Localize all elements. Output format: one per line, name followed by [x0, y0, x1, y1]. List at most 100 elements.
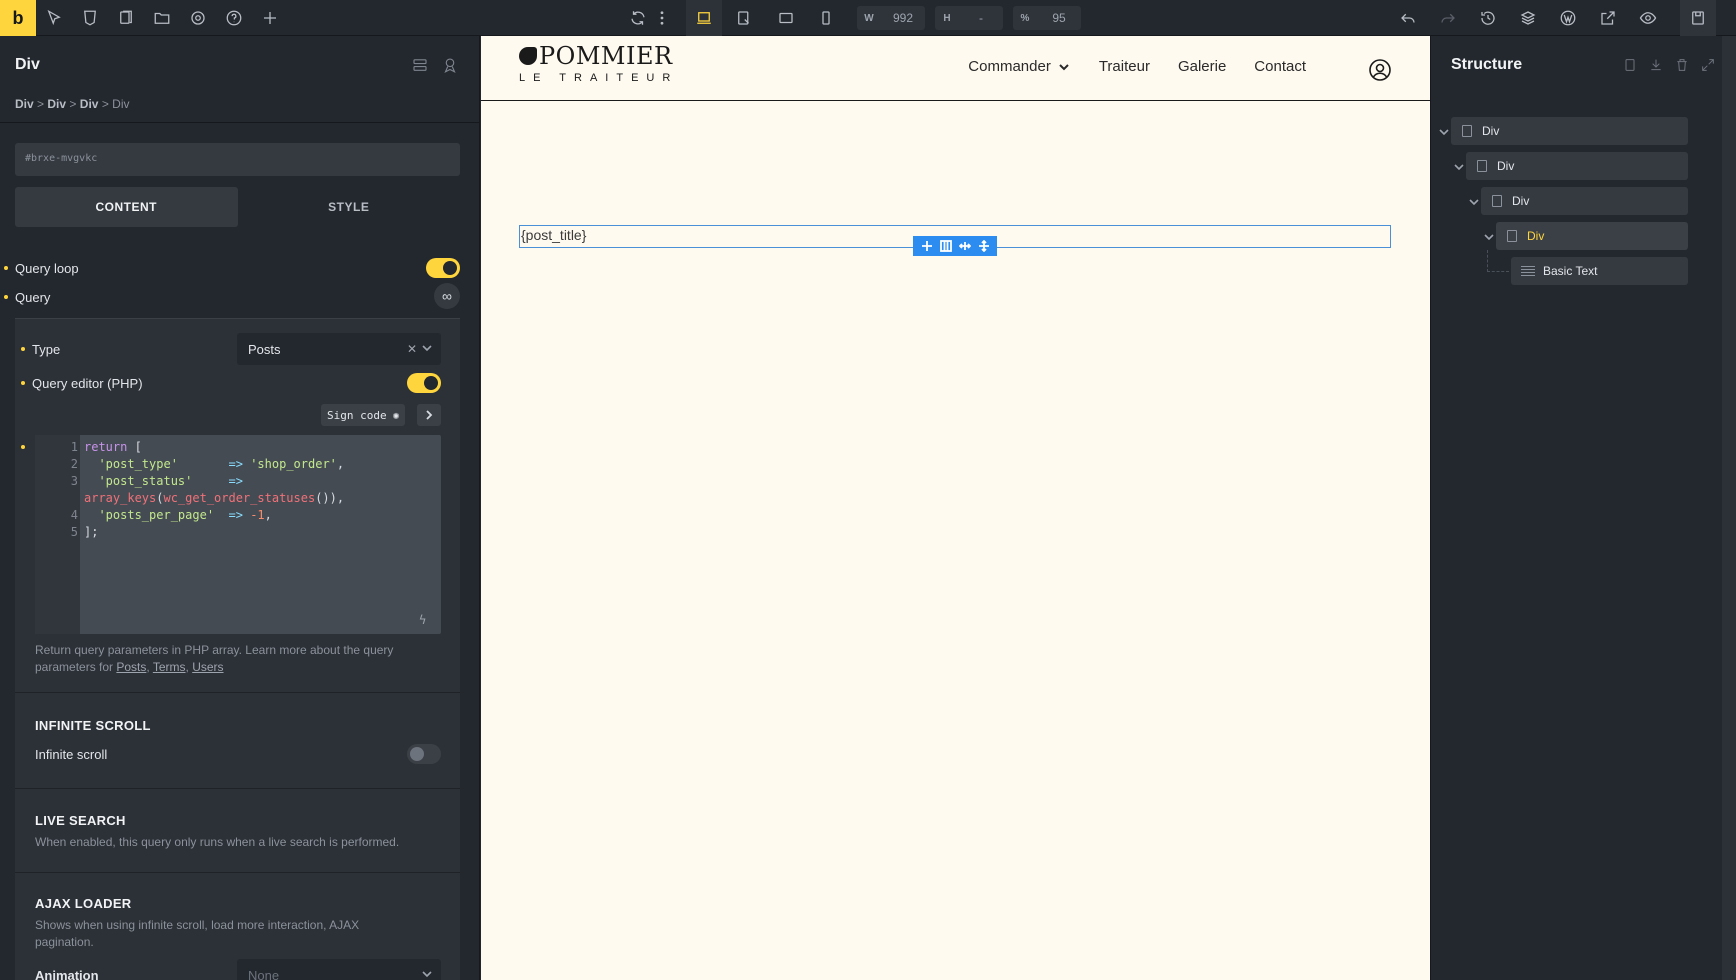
help-icon[interactable] — [216, 0, 252, 36]
width-field[interactable]: W 992 — [857, 6, 925, 30]
brand-name: POMMIER — [539, 42, 673, 70]
nav-item-traiteur[interactable]: Traiteur — [1099, 58, 1150, 75]
animation-select[interactable]: None — [237, 959, 441, 980]
nav-item-commander[interactable]: Commander — [968, 58, 1071, 75]
chevron-down-icon[interactable] — [1468, 195, 1480, 207]
chevron-down-icon[interactable] — [1453, 160, 1465, 172]
expand-arrow-button[interactable] — [417, 404, 441, 426]
preview-eye-icon[interactable] — [1630, 0, 1666, 36]
css-shield-icon[interactable] — [72, 0, 108, 36]
settings-tabs: CONTENT STYLE — [15, 187, 460, 227]
type-select[interactable]: Posts ✕ — [237, 333, 441, 365]
div-icon — [1477, 160, 1487, 172]
more-vertical-icon[interactable] — [650, 0, 674, 36]
nav-item-galerie[interactable]: Galerie — [1178, 58, 1226, 75]
element-settings-panel: Div Div > Div > Div > Div #brxe-mvgvkc C… — [0, 36, 480, 980]
add-element-icon[interactable] — [252, 0, 288, 36]
tab-content[interactable]: CONTENT — [15, 187, 238, 227]
zoom-label: % — [1020, 12, 1030, 24]
download-icon[interactable] — [1648, 57, 1664, 73]
undo-icon[interactable] — [1390, 0, 1426, 36]
modified-dot — [21, 347, 25, 351]
live-search-desc: When enabled, this query only runs when … — [35, 835, 400, 849]
chevron-down-icon[interactable] — [1483, 230, 1495, 242]
modified-dot — [21, 445, 25, 449]
site-header: POMMIER LE TRAITEUR Commander Traiteur G… — [481, 36, 1430, 101]
chevron-down-icon[interactable] — [1438, 125, 1450, 137]
breadcrumb-item[interactable]: Div — [15, 97, 34, 111]
folder-icon[interactable] — [144, 0, 180, 36]
tree-node-div[interactable]: Div — [1451, 117, 1688, 145]
desktop-breakpoint-icon[interactable] — [686, 0, 722, 36]
query-editor-toggle[interactable] — [407, 373, 441, 393]
breadcrumb-item[interactable]: Div — [80, 97, 99, 111]
query-loop-label: Query loop — [15, 260, 79, 276]
external-link-icon[interactable] — [1590, 0, 1626, 36]
users-link[interactable]: Users — [192, 660, 223, 674]
breadcrumb-separator: > — [37, 97, 45, 111]
php-code-editor[interactable]: 1 2 3 4 5 return [ 'post_type' => 'shop_… — [35, 435, 441, 634]
bricks-logo-button[interactable]: b — [0, 0, 36, 36]
tree-node-div[interactable]: Div — [1481, 187, 1688, 215]
code-line: array_keys(wc_get_order_statuses()), — [84, 491, 345, 505]
tree-node-div[interactable]: Div — [1466, 152, 1688, 180]
select-cursor-icon[interactable] — [36, 0, 72, 36]
tree-node-label: Basic Text — [1543, 264, 1598, 278]
posts-link[interactable]: Posts — [116, 660, 146, 674]
columns-icon[interactable] — [939, 240, 952, 252]
div-icon — [1462, 125, 1472, 137]
redo-icon[interactable] — [1430, 0, 1466, 36]
move-icon[interactable] — [978, 240, 990, 252]
tree-node-basic-text[interactable]: Basic Text — [1511, 257, 1688, 285]
trash-icon[interactable] — [1674, 57, 1690, 73]
tablet-landscape-icon[interactable] — [726, 0, 762, 36]
account-icon[interactable] — [1368, 58, 1392, 82]
clipboard-icon[interactable] — [1622, 57, 1638, 73]
infinite-scroll-toggle[interactable] — [407, 744, 441, 764]
element-actions-toolbar — [913, 236, 997, 256]
tree-node-div-selected[interactable]: Div — [1496, 222, 1688, 250]
query-loop-row: Query loop — [0, 254, 480, 282]
pages-icon[interactable] — [108, 0, 144, 36]
ajax-loader-desc: Shows when using infinite scroll, load m… — [35, 918, 360, 949]
infinite-scroll-heading: INFINITE SCROLL — [35, 718, 151, 733]
clear-icon[interactable]: ✕ — [407, 342, 417, 356]
query-loop-infinity-icon[interactable]: ∞ — [434, 283, 460, 309]
wordpress-icon[interactable] — [1550, 0, 1586, 36]
breadcrumb: Div > Div > Div > Div — [15, 97, 130, 111]
mobile-icon[interactable] — [808, 0, 844, 36]
element-id-field[interactable]: #brxe-mvgvkc — [15, 143, 460, 176]
query-loop-toggle[interactable] — [426, 258, 460, 278]
zoom-field[interactable]: % 95 — [1013, 6, 1081, 30]
div-icon — [1507, 230, 1517, 242]
animation-row: Animation None — [35, 959, 441, 980]
code-line: 'posts_per_page' => -1, — [98, 508, 272, 522]
class-manager-icon[interactable] — [411, 56, 429, 74]
add-icon[interactable] — [921, 240, 933, 252]
tablet-icon[interactable] — [768, 0, 804, 36]
tab-style[interactable]: STYLE — [238, 187, 461, 227]
divider — [15, 788, 460, 789]
height-field[interactable]: H - — [935, 6, 1003, 30]
expand-icon[interactable] — [1700, 57, 1716, 73]
reset-styles-icon[interactable] — [441, 56, 459, 74]
layers-icon[interactable] — [1510, 0, 1546, 36]
move-horizontal-icon[interactable] — [958, 240, 971, 252]
terms-link[interactable]: Terms — [153, 660, 186, 674]
nav-item-contact[interactable]: Contact — [1254, 58, 1306, 75]
breadcrumb-item[interactable]: Div — [47, 97, 66, 111]
tree-node-label: Div — [1527, 229, 1545, 243]
history-icon[interactable] — [1470, 0, 1506, 36]
sign-code-button[interactable]: Sign code ✺ — [321, 404, 406, 426]
preview-canvas[interactable]: POMMIER LE TRAITEUR Commander Traiteur G… — [481, 36, 1430, 980]
divider — [15, 872, 460, 873]
save-icon[interactable] — [1680, 0, 1716, 36]
infinite-scroll-row: Infinite scroll — [35, 742, 441, 766]
height-value: - — [979, 11, 983, 25]
magic-wand-icon[interactable]: ϟ — [419, 612, 433, 627]
settings-gear-icon[interactable] — [180, 0, 216, 36]
width-label: W — [864, 12, 874, 24]
animation-label: Animation — [35, 967, 99, 980]
site-logo[interactable]: POMMIER LE TRAITEUR — [519, 42, 678, 84]
nav-label: Commander — [968, 58, 1051, 75]
